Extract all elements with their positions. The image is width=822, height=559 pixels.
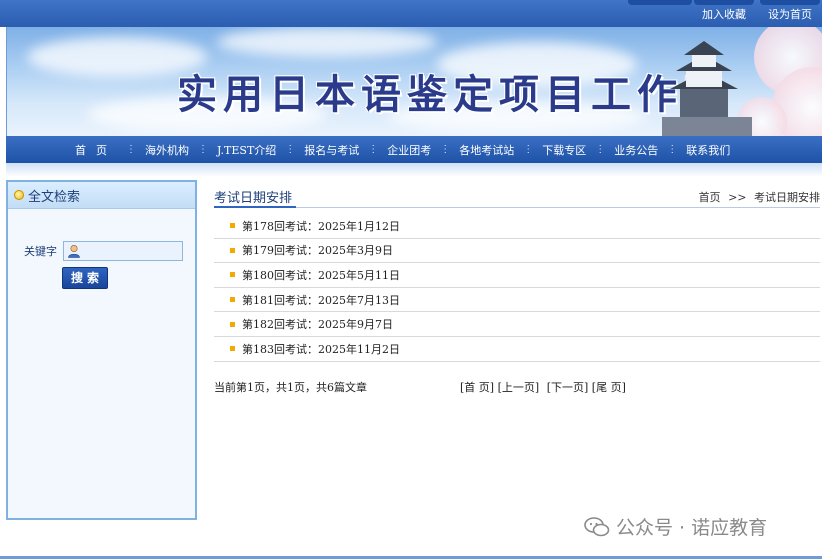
bullet-icon bbox=[230, 297, 235, 303]
watermark: 公众号 · 诺应教育 bbox=[584, 513, 767, 540]
nav-item-corporate[interactable]: 企业团考 bbox=[378, 142, 440, 158]
castle-blossom-image bbox=[662, 27, 822, 136]
top-tab-cap bbox=[628, 0, 692, 5]
nav-item-downloads[interactable]: 下载专区 bbox=[533, 142, 595, 158]
breadcrumb: 首页 >> 考试日期安排 bbox=[699, 189, 820, 205]
nav-item-test-sites[interactable]: 各地考试站 bbox=[450, 142, 523, 158]
wechat-icon bbox=[584, 516, 610, 536]
list-item-link[interactable]: 第178回考试：2025年1月12日 bbox=[242, 218, 400, 234]
list-item[interactable]: 第178回考试：2025年1月12日 bbox=[214, 214, 820, 239]
nav-separator: ⋮ bbox=[126, 144, 136, 155]
set-homepage-link[interactable]: 设为首页 bbox=[758, 0, 822, 27]
keyword-label: 关键字 bbox=[24, 245, 57, 258]
list-item-link[interactable]: 第183回考试：2025年11月2日 bbox=[242, 341, 400, 357]
list-item-link[interactable]: 第179回考试：2025年3月9日 bbox=[242, 242, 393, 258]
nav-separator: ⋮ bbox=[595, 144, 606, 155]
site-title: 实用日本语鉴定项目工作网 bbox=[177, 71, 729, 118]
search-panel-title: 全文检索 bbox=[28, 189, 81, 205]
pagination-links: [首 页] [上一页] [下一页] [尾 页] bbox=[460, 379, 626, 395]
list-item[interactable]: 第179回考试：2025年3月9日 bbox=[214, 239, 820, 264]
page-title: 考试日期安排 bbox=[214, 191, 293, 206]
nav-item-home[interactable]: 首页 bbox=[66, 142, 126, 158]
header-banner: 实用日本语鉴定项目工作网 bbox=[6, 27, 822, 136]
bullet-icon bbox=[230, 223, 235, 229]
breadcrumb-current[interactable]: 考试日期安排 bbox=[754, 191, 820, 204]
nav-item-registration[interactable]: 报名与考试 bbox=[295, 142, 368, 158]
title-underline bbox=[214, 206, 296, 208]
search-form: 关键字 搜索 bbox=[8, 209, 195, 289]
list-item[interactable]: 第181回考试：2025年7月13日 bbox=[214, 288, 820, 313]
top-bar: 加入收藏 设为首页 bbox=[0, 0, 822, 27]
nav-item-announcements[interactable]: 业务公告 bbox=[605, 142, 667, 158]
bullet-icon bbox=[14, 190, 24, 200]
prev-page-link[interactable]: [上一页] bbox=[498, 381, 540, 394]
pagination: 当前第1页，共1页，共6篇文章 [首 页] [上一页] [下一页] [尾 页] bbox=[214, 379, 820, 395]
content-header: 考试日期安排 首页 >> 考试日期安排 bbox=[214, 180, 820, 208]
top-links: 加入收藏 设为首页 bbox=[692, 0, 822, 27]
first-page-link[interactable]: [首 页] bbox=[460, 381, 494, 394]
list-item-link[interactable]: 第180回考试：2025年5月11日 bbox=[242, 267, 400, 283]
search-panel-header: 全文检索 bbox=[8, 182, 195, 209]
user-icon bbox=[68, 244, 80, 258]
nav-separator: ⋮ bbox=[523, 144, 534, 155]
nav-shadow-band bbox=[6, 163, 822, 177]
nav-item-overseas[interactable]: 海外机构 bbox=[136, 142, 198, 158]
next-page-link[interactable]: [下一页] bbox=[547, 381, 589, 394]
watermark-text: 公众号 · 诺应教育 bbox=[616, 517, 768, 539]
last-page-link[interactable]: [尾 页] bbox=[592, 381, 626, 394]
keyword-input[interactable] bbox=[63, 241, 183, 261]
bullet-icon bbox=[230, 247, 235, 253]
list-item[interactable]: 第180回考试：2025年5月11日 bbox=[214, 263, 820, 288]
pagination-summary: 当前第1页，共1页，共6篇文章 bbox=[214, 380, 367, 394]
search-button[interactable]: 搜索 bbox=[62, 267, 108, 289]
bullet-icon bbox=[230, 272, 235, 278]
add-favorite-link[interactable]: 加入收藏 bbox=[692, 0, 756, 27]
list-item[interactable]: 第182回考试：2025年9月7日 bbox=[214, 312, 820, 337]
main-nav: 首页 ⋮ 海外机构 ⋮ J.TEST介绍 ⋮ 报名与考试 ⋮ 企业团考 ⋮ 各地… bbox=[6, 136, 822, 163]
article-list: 第178回考试：2025年1月12日 第179回考试：2025年3月9日 第18… bbox=[214, 214, 820, 362]
list-item-link[interactable]: 第181回考试：2025年7月13日 bbox=[242, 292, 400, 308]
search-panel: 全文检索 关键字 搜索 bbox=[6, 180, 197, 520]
nav-separator: ⋮ bbox=[440, 144, 451, 155]
bullet-icon bbox=[230, 321, 235, 327]
breadcrumb-separator: >> bbox=[728, 191, 747, 204]
nav-separator: ⋮ bbox=[667, 144, 678, 155]
bullet-icon bbox=[230, 346, 235, 352]
nav-item-contact[interactable]: 联系我们 bbox=[677, 142, 739, 158]
breadcrumb-home[interactable]: 首页 bbox=[699, 191, 721, 204]
list-item[interactable]: 第183回考试：2025年11月2日 bbox=[214, 337, 820, 362]
nav-separator: ⋮ bbox=[285, 144, 296, 155]
nav-separator: ⋮ bbox=[198, 144, 208, 155]
content-area: 考试日期安排 首页 >> 考试日期安排 第178回考试：2025年1月12日 第… bbox=[214, 180, 820, 395]
list-item-link[interactable]: 第182回考试：2025年9月7日 bbox=[242, 316, 393, 332]
nav-item-jtest-intro[interactable]: J.TEST介绍 bbox=[208, 142, 285, 158]
nav-separator: ⋮ bbox=[368, 144, 379, 155]
